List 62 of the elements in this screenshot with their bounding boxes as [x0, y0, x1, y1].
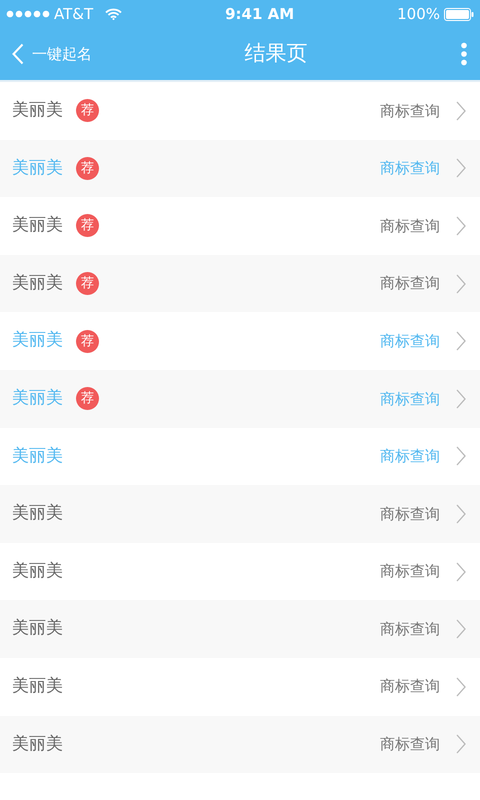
trademark-search-link[interactable]: 商标查询	[380, 330, 440, 352]
battery-percent: 100%	[397, 4, 440, 25]
result-row[interactable]: 美丽美 商标查询	[0, 485, 480, 543]
battery-icon	[444, 8, 474, 20]
trademark-search-link[interactable]: 商标查询	[380, 733, 440, 756]
chevron-icon	[456, 619, 466, 640]
chevron-icon	[456, 504, 466, 524]
trademark-search-link[interactable]: 商标查询	[380, 502, 440, 526]
page-title: 结果页	[244, 40, 308, 68]
name-text: 美丽美	[12, 387, 63, 410]
back-icon[interactable]	[12, 43, 24, 65]
result-row[interactable]: 美丽美 商标查询	[0, 600, 480, 658]
chevron-icon	[456, 158, 466, 178]
chevron-icon	[456, 734, 466, 754]
result-row[interactable]: 美丽美 商标查询	[0, 428, 480, 486]
result-row[interactable]: 美丽美 商标查询	[0, 542, 480, 600]
signal-icon	[6, 10, 50, 18]
recommend-badge: 荐	[76, 387, 99, 410]
back-button[interactable]: 一键起名	[32, 42, 92, 66]
recommend-badge: 荐	[76, 99, 99, 122]
name-text: 美丽美	[12, 732, 63, 756]
chevron-icon	[456, 100, 466, 121]
name-text: 美丽美	[12, 214, 63, 238]
chevron-icon	[456, 216, 466, 236]
name-text: 美丽美	[12, 329, 63, 352]
chevron-icon	[456, 331, 466, 352]
recommend-badge: 荐	[76, 272, 99, 296]
name-text: 美丽美	[12, 617, 63, 640]
name-text: 美丽美	[12, 560, 63, 583]
recommend-badge: 荐	[76, 330, 99, 353]
chevron-icon	[456, 446, 466, 466]
trademark-search-link[interactable]: 商标查询	[380, 100, 440, 122]
result-row[interactable]: 美丽美 荐 商标查询	[0, 312, 480, 370]
carrier-name: AT&T	[54, 4, 94, 25]
chevron-icon	[456, 676, 466, 697]
recommend-badge: 荐	[76, 214, 99, 238]
chevron-icon	[456, 388, 466, 409]
name-text: 美丽美	[12, 674, 63, 698]
more-icon[interactable]	[460, 42, 468, 66]
clock-time: 9:41 AM	[225, 4, 294, 25]
chevron-icon	[456, 274, 466, 294]
result-row[interactable]: 美丽美 商标查询	[0, 716, 480, 774]
name-text: 美丽美	[12, 99, 63, 122]
name-text: 美丽美	[12, 156, 63, 180]
trademark-search-link[interactable]: 商标查询	[380, 618, 440, 640]
result-row[interactable]: 美丽美 荐 商标查询	[0, 370, 480, 428]
name-text: 美丽美	[12, 272, 63, 295]
result-row[interactable]: 美丽美 荐 商标查询	[0, 140, 480, 198]
trademark-search-link[interactable]: 商标查询	[380, 214, 440, 238]
chevron-icon	[456, 562, 466, 582]
result-row[interactable]: 美丽美 荐 商标查询	[0, 197, 480, 255]
name-text: 美丽美	[12, 444, 63, 468]
trademark-search-link[interactable]: 商标查询	[380, 560, 440, 583]
trademark-search-link[interactable]: 商标查询	[380, 445, 440, 468]
trademark-search-link[interactable]: 商标查询	[380, 675, 440, 698]
result-row[interactable]: 美丽美 荐 商标查询	[0, 254, 480, 312]
result-row[interactable]: 美丽美 商标查询	[0, 658, 480, 716]
recommend-badge: 荐	[76, 156, 99, 180]
name-text: 美丽美	[12, 502, 63, 526]
wifi-icon	[105, 8, 122, 20]
result-row[interactable]: 美丽美 荐 商标查询	[0, 82, 480, 140]
trademark-search-link[interactable]: 商标查询	[380, 272, 440, 295]
